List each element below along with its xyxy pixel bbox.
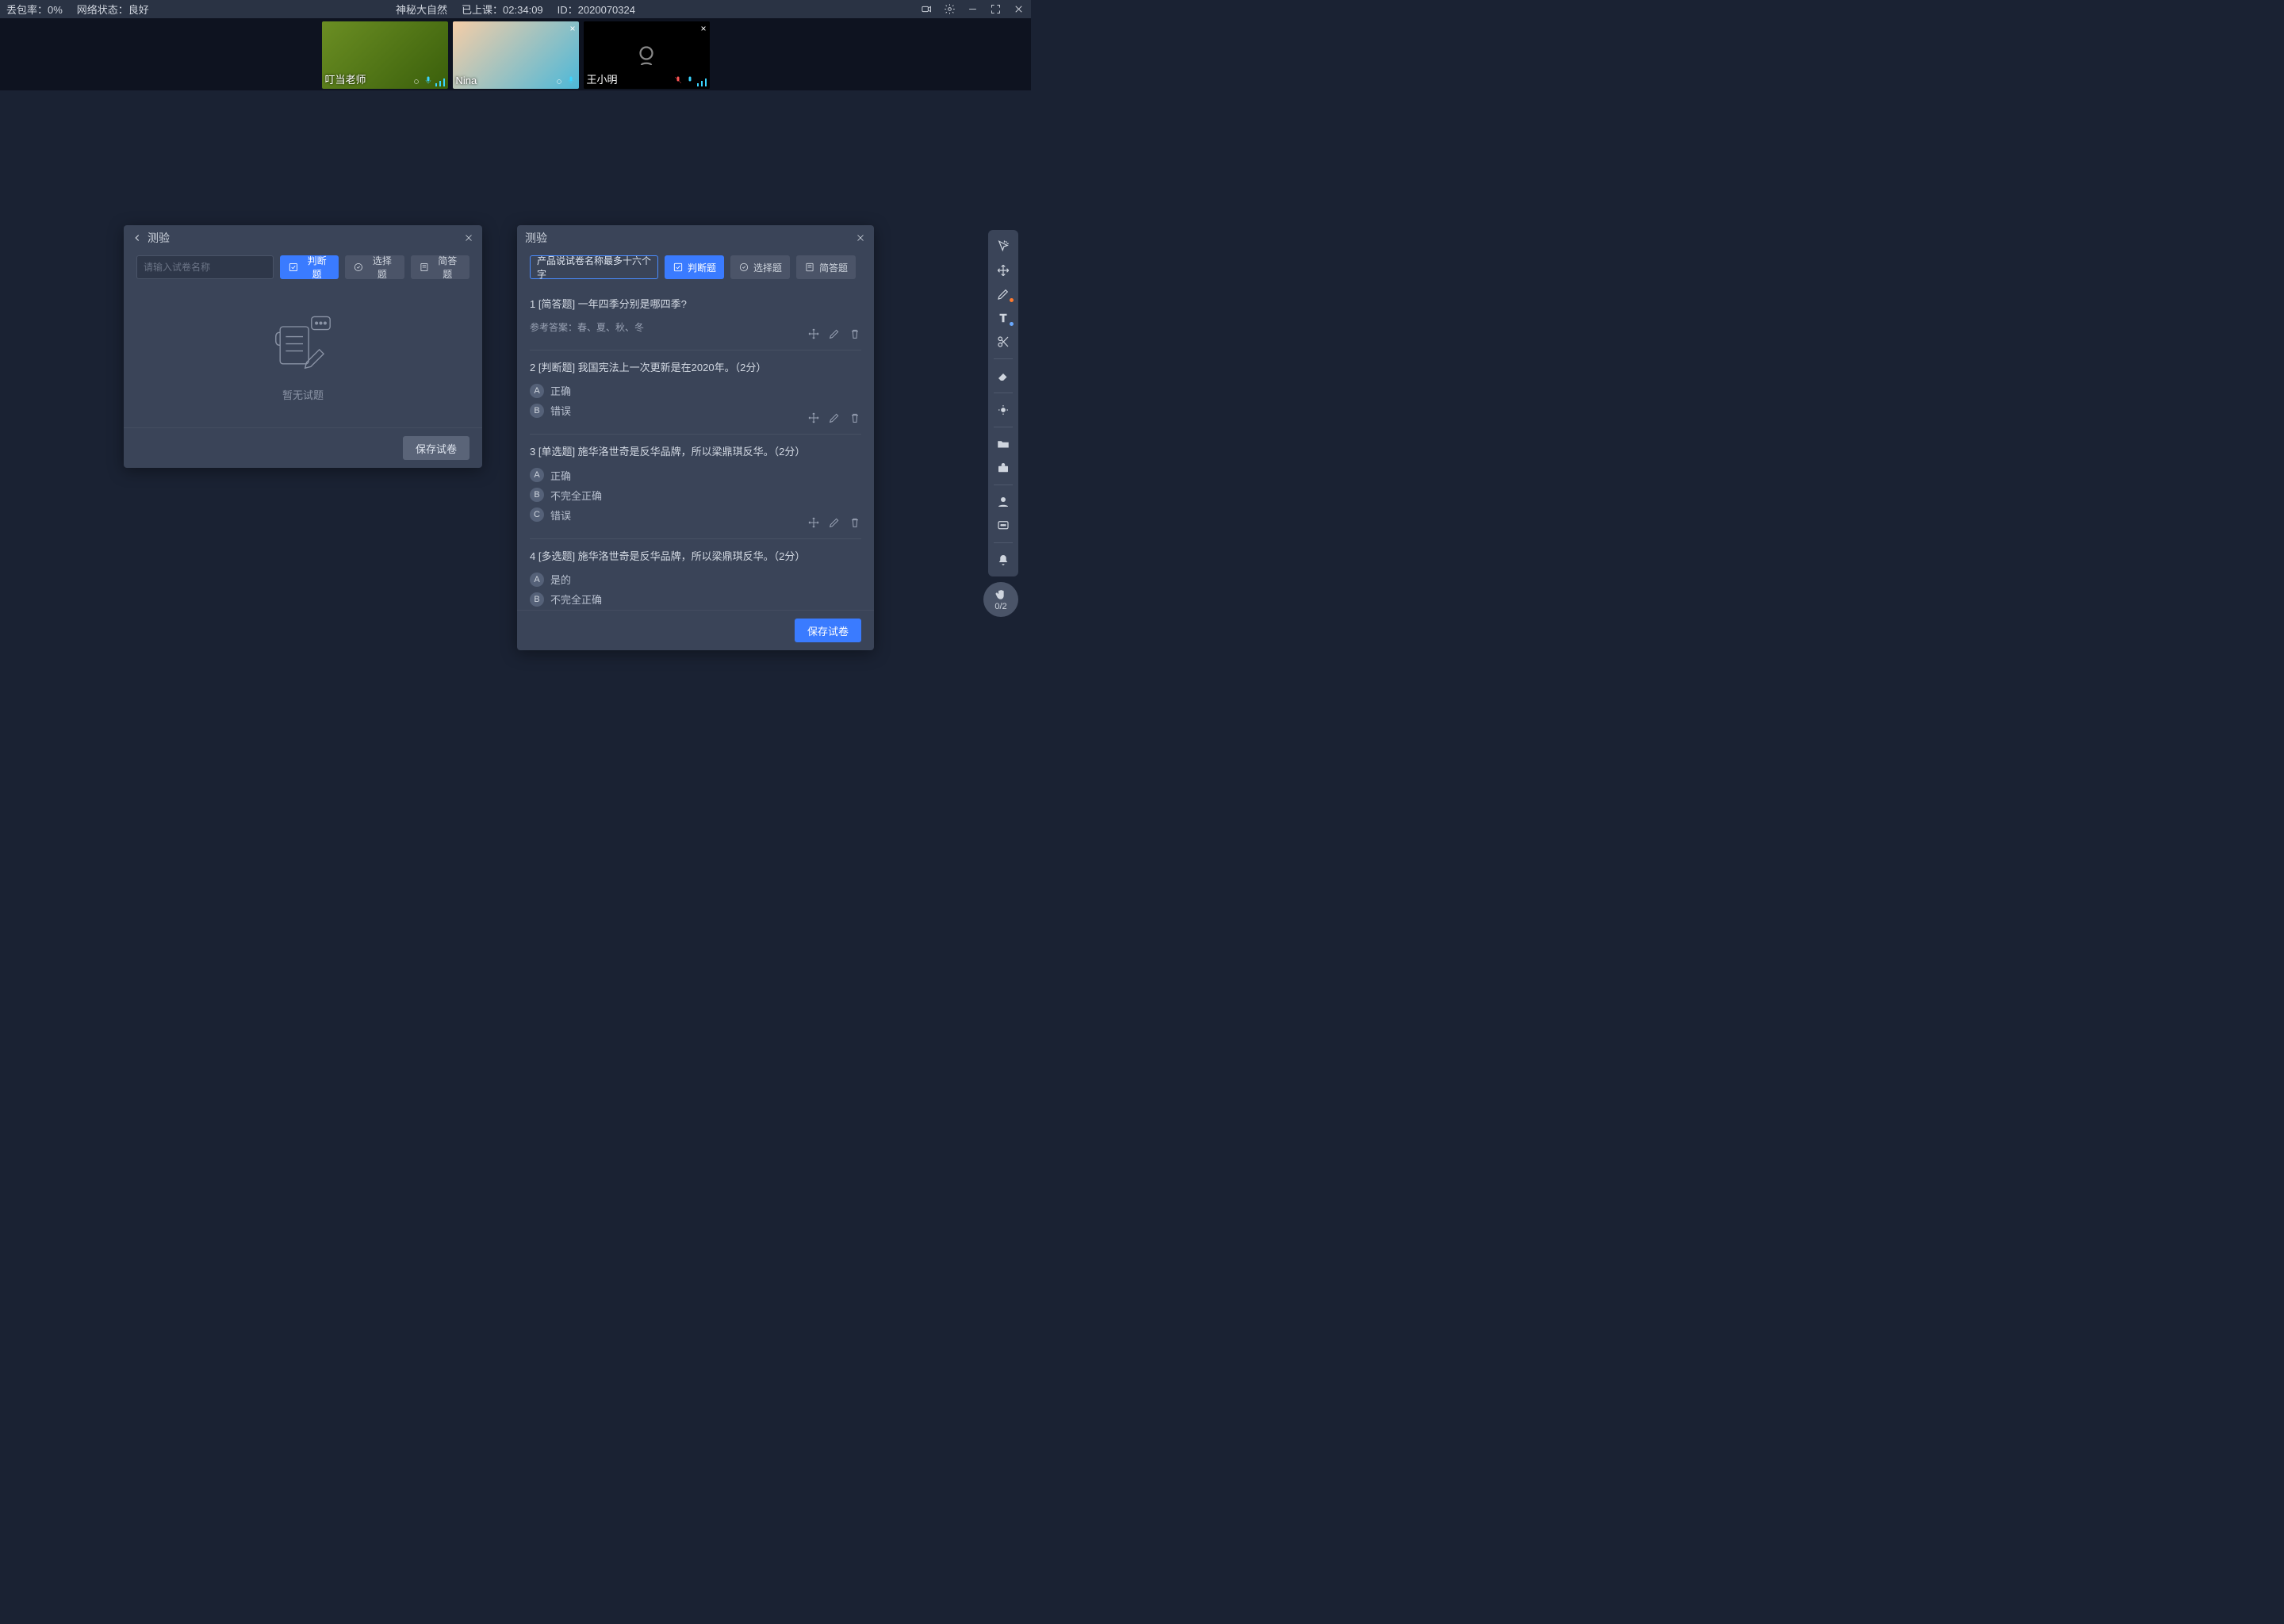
option-text: 是的	[550, 572, 571, 587]
mic-on-icon	[423, 75, 433, 86]
video-name: 叮当老师	[325, 71, 366, 86]
add-choice-button[interactable]: 选择题	[730, 255, 790, 279]
add-judge-button[interactable]: 判断题	[665, 255, 724, 279]
option-letter: B	[530, 592, 544, 607]
fullscreen-icon[interactable]	[990, 3, 1002, 15]
option-letter: A	[530, 384, 544, 398]
quiz-panel-empty: 测验 判断题 选择题 简答题	[124, 225, 482, 468]
quiz-panel-filled: 测验 产品说试卷名称最多十六个字 判断题 选择题 简答题 1 [简答题] 一年四…	[517, 225, 874, 650]
participants-icon[interactable]	[991, 492, 1015, 512]
mic-muted-icon	[673, 75, 683, 86]
option-letter: A	[530, 573, 544, 587]
close-window-icon[interactable]	[1013, 3, 1025, 15]
packet-loss-label: 丢包率：0%	[6, 2, 63, 17]
video-tile-student[interactable]: × Nina	[453, 21, 579, 89]
add-short-answer-button[interactable]: 简答题	[411, 255, 469, 279]
camera-off-icon	[632, 41, 661, 70]
add-short-answer-button[interactable]: 简答题	[796, 255, 856, 279]
canvas-toolbar	[988, 230, 1018, 576]
question-title: 2 [判断题] 我国宪法上一次更新是在2020年。（2分）	[530, 360, 861, 376]
tile-close-icon[interactable]: ×	[569, 23, 575, 34]
course-title: 神秘大自然	[396, 2, 447, 17]
question-title: 1 [简答题] 一年四季分别是哪四季?	[530, 297, 861, 312]
edit-question-icon[interactable]	[828, 516, 841, 529]
toolbox-icon[interactable]	[991, 458, 1015, 478]
delete-question-icon[interactable]	[849, 412, 861, 424]
save-quiz-button[interactable]: 保存试卷	[403, 436, 469, 460]
question-option[interactable]: A 是的	[530, 572, 861, 587]
network-icon	[554, 77, 564, 86]
close-icon[interactable]	[463, 232, 474, 243]
option-letter: C	[530, 508, 544, 522]
settings-icon[interactable]	[944, 3, 956, 15]
save-quiz-button[interactable]: 保存试卷	[795, 619, 861, 642]
session-id: ID：2020070324	[558, 2, 635, 17]
option-text: 不完全正确	[550, 592, 602, 607]
question-title: 4 [多选题] 施华洛世奇是反华品牌，所以梁鼎琪反华。（2分）	[530, 549, 861, 565]
hand-count: 0/2	[994, 602, 1006, 611]
delete-question-icon[interactable]	[849, 516, 861, 529]
bell-icon[interactable]	[991, 550, 1015, 570]
move-question-icon[interactable]	[807, 516, 820, 529]
folder-icon[interactable]	[991, 434, 1015, 454]
camera-toggle-icon[interactable]	[921, 3, 933, 15]
question-title: 3 [单选题] 施华洛世奇是反华品牌，所以梁鼎琪反华。（2分）	[530, 444, 861, 460]
add-choice-button[interactable]: 选择题	[345, 255, 404, 279]
question-item: 2 [判断题] 我国宪法上一次更新是在2020年。（2分） A 正确 B 错误	[530, 350, 861, 435]
move-tool-icon[interactable]	[991, 260, 1015, 281]
panel-title: 测验	[525, 230, 547, 246]
top-bar: 丢包率：0% 网络状态：良好 神秘大自然 已上课：02:34:09 ID：202…	[0, 0, 1031, 18]
scissors-tool-icon[interactable]	[991, 331, 1015, 352]
tile-close-icon[interactable]: ×	[700, 23, 706, 34]
add-judge-button[interactable]: 判断题	[280, 255, 339, 279]
delete-question-icon[interactable]	[849, 327, 861, 340]
option-letter: B	[530, 488, 544, 502]
pen-tool-icon[interactable]	[991, 284, 1015, 304]
question-item: 3 [单选题] 施华洛世奇是反华品牌，所以梁鼎琪反华。（2分） A 正确 B 不…	[530, 435, 861, 539]
question-item: 4 [多选题] 施华洛世奇是反华品牌，所以梁鼎琪反华。（2分） A 是的 B 不…	[530, 539, 861, 611]
edit-question-icon[interactable]	[828, 327, 841, 340]
video-tile-teacher[interactable]: 叮当老师	[322, 21, 448, 89]
text-tool-icon[interactable]	[991, 308, 1015, 328]
option-text: 正确	[550, 468, 571, 483]
chat-icon[interactable]	[991, 515, 1015, 536]
option-letter: B	[530, 404, 544, 418]
question-item: 1 [简答题] 一年四季分别是哪四季?参考答案：春、夏、秋、冬	[530, 287, 861, 350]
elapsed-time: 已上课：02:34:09	[462, 2, 543, 17]
quiz-name-input[interactable]	[136, 255, 274, 279]
laser-tool-icon[interactable]	[991, 400, 1015, 420]
raise-hand-badge[interactable]: 0/2	[983, 582, 1018, 617]
mic-on-icon	[685, 75, 695, 86]
video-name: Nina	[456, 75, 477, 86]
question-option[interactable]: A 正确	[530, 383, 861, 398]
option-text: 正确	[550, 383, 571, 398]
move-question-icon[interactable]	[807, 412, 820, 424]
close-icon[interactable]	[855, 232, 866, 243]
eraser-tool-icon[interactable]	[991, 366, 1015, 386]
pointer-tool-icon[interactable]	[991, 236, 1015, 257]
question-option[interactable]: B 不完全正确	[530, 488, 861, 503]
option-text: 错误	[550, 508, 571, 523]
option-text: 不完全正确	[550, 488, 602, 503]
network-icon	[412, 77, 421, 86]
edit-question-icon[interactable]	[828, 412, 841, 424]
video-strip: 叮当老师 × Nina × 王小明	[0, 18, 1031, 90]
quiz-name-input[interactable]: 产品说试卷名称最多十六个字	[530, 255, 658, 279]
mic-on-icon	[566, 75, 576, 86]
minimize-icon[interactable]	[967, 3, 979, 15]
video-tile-student[interactable]: × 王小明	[584, 21, 710, 89]
video-name: 王小明	[587, 71, 618, 86]
option-letter: A	[530, 468, 544, 482]
question-option[interactable]: A 正确	[530, 468, 861, 483]
question-option[interactable]: B 不完全正确	[530, 592, 861, 607]
empty-illustration-icon	[267, 312, 339, 376]
panel-title: 测验	[148, 230, 170, 246]
option-text: 错误	[550, 403, 571, 418]
network-status-label: 网络状态：良好	[77, 2, 149, 17]
empty-text: 暂无试题	[282, 387, 324, 402]
back-icon[interactable]	[132, 232, 143, 243]
move-question-icon[interactable]	[807, 327, 820, 340]
